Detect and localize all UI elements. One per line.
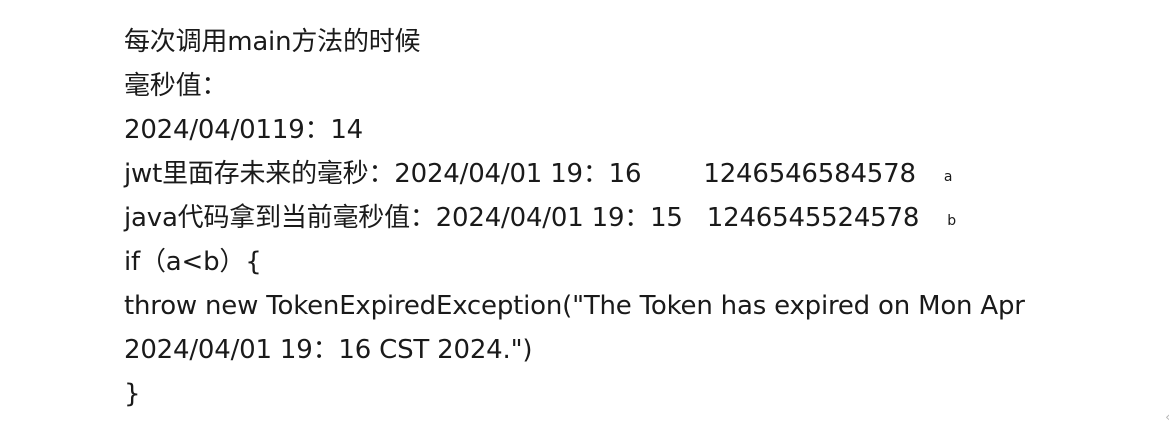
jwt-value: 1246546584578 — [703, 159, 916, 189]
java-label: java代码拿到当前毫秒值：2024/04/01 19：15 — [124, 203, 683, 233]
text-line-millis-label: 毫秒值： — [124, 71, 228, 101]
java-value: 1246545524578 — [706, 203, 920, 233]
marker-b: b — [947, 212, 956, 229]
text-line-intro: 每次调用main方法的时候 — [124, 27, 421, 57]
text-line-date: 2024/04/0119：14 — [124, 115, 364, 145]
code-line-close-brace: } — [124, 379, 141, 409]
chevron-left-icon[interactable]: ‹ — [1160, 410, 1170, 424]
text-line-jwt-millis: jwt里面存未来的毫秒：2024/04/01 19：16 124654658457… — [124, 152, 1124, 196]
code-line-throw: throw new TokenExpiredException("The Tok… — [124, 291, 1025, 321]
document-body: 每次调用main方法的时候 毫秒值： 2024/04/0119：14 jwt里面… — [124, 20, 1124, 416]
code-line-if: if（a<b）{ — [124, 247, 262, 277]
code-line-throw-cont: 2024/04/01 19：16 CST 2024.") — [124, 335, 533, 365]
jwt-label: jwt里面存未来的毫秒：2024/04/01 19：16 — [124, 159, 642, 189]
marker-a: a — [943, 168, 953, 185]
text-line-java-millis: java代码拿到当前毫秒值：2024/04/01 19：15 1246545524… — [124, 196, 1124, 240]
